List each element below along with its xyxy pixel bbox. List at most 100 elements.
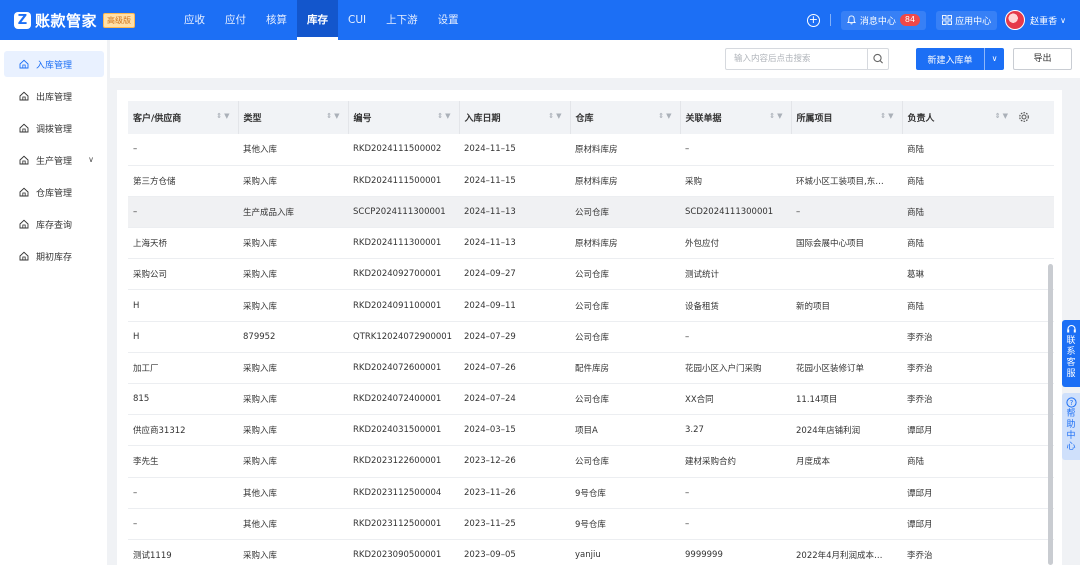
column-header[interactable]: 关联单据 ⇕▼	[680, 101, 792, 134]
table-cell: 李乔治	[902, 383, 1054, 416]
sort-filter-icon[interactable]: ⇕▼	[548, 112, 563, 120]
table-row[interactable]: 供应商31312 采购入库 RKD2024031500001 2024–03–15 项目…	[128, 414, 1054, 447]
gear-icon[interactable]	[1018, 111, 1030, 123]
table-row[interactable]: 测试1119 采购入库 RKD2023090500001 2023–09–05 yanj…	[128, 539, 1054, 565]
table-row[interactable]: 加工厂 采购入库 RKD2024072600001 2024–07–26 配件库房 花园小…	[128, 352, 1054, 385]
column-header[interactable]: 客户/供应商 ⇕▼	[128, 101, 239, 134]
table-cell: 采购公司	[128, 258, 238, 291]
table-cell: –	[128, 134, 238, 166]
plus-circle-icon[interactable]: +	[806, 13, 820, 27]
table-row[interactable]: – 其他入库 RKD2023112500004 2023–11–26 9号仓库 – 谭邱月	[128, 477, 1054, 509]
sort-filter-icon[interactable]: ⇕▼	[880, 112, 895, 120]
nav-item-3[interactable]: 库存	[297, 0, 338, 40]
table-cell: RKD2024092700001	[348, 258, 459, 291]
table-cell: RKD2023122600001	[348, 445, 459, 478]
table-row[interactable]: 采购公司 采购入库 RKD2024092700001 2024–09–27 公司仓库 测试…	[128, 258, 1054, 291]
sort-filter-icon[interactable]: ⇕▼	[216, 112, 231, 120]
help-center-button[interactable]: ? 帮助中心	[1062, 393, 1080, 460]
table-cell: 2023–09–05	[459, 539, 570, 565]
sidebar-item-3[interactable]: 生产管理 ∨	[4, 147, 104, 173]
table-cell: 879952	[238, 321, 348, 353]
search-input[interactable]	[726, 49, 868, 69]
sort-filter-icon[interactable]: ⇕▼	[769, 112, 784, 120]
table-cell: 原材料库房	[570, 165, 680, 197]
table-cell: 2024–07–26	[459, 352, 570, 385]
table-cell: RKD2023112500001	[348, 508, 459, 540]
contact-support-label: 联系客服	[1066, 336, 1076, 379]
table-cell: RKD2024111500002	[348, 134, 459, 166]
column-header-label: 关联单据	[685, 114, 722, 124]
table-cell: 采购入库	[238, 258, 348, 291]
sidebar-item-label: 期初库存	[36, 252, 73, 263]
table-cell: 采购入库	[238, 414, 348, 447]
column-header[interactable]: 负责人 ⇕▼	[902, 101, 1054, 134]
sidebar-item-0[interactable]: 入库管理	[4, 51, 104, 77]
nav-item-0[interactable]: 应收	[174, 0, 215, 40]
table-cell: 公司仓库	[570, 196, 680, 229]
sidebar-item-5[interactable]: 库存查询	[4, 211, 104, 237]
main-nav: 应收 应付 核算 库存 CUI 上下游 设置	[174, 0, 469, 40]
table-row[interactable]: – 其他入库 RKD2023112500001 2023–11–25 9号仓库 – 谭邱月	[128, 508, 1054, 540]
table-row[interactable]: 上海天桥 采购入库 RKD2024111300001 2024–11–13 原材料库房外…	[128, 227, 1054, 260]
sidebar-item-6[interactable]: 期初库存	[4, 243, 104, 269]
sidebar-item-2[interactable]: 调拨管理	[4, 115, 104, 141]
column-header[interactable]: 所属项目 ⇕▼	[791, 101, 903, 134]
nav-item-5[interactable]: 上下游	[376, 0, 428, 40]
sidebar-item-label: 库存查询	[36, 220, 73, 231]
nav-item-2[interactable]: 核算	[256, 0, 297, 40]
new-inbound-label: 新建入库单	[927, 55, 973, 66]
sort-filter-icon[interactable]: ⇕▼	[326, 112, 341, 120]
table-cell: 花园小区装修订单	[791, 352, 902, 385]
search-button[interactable]	[867, 49, 888, 69]
table-row[interactable]: – 其他入库 RKD2024111500002 2024–11–15 原材料库房 – 商陆	[128, 134, 1054, 166]
table-cell: RKD2024111500001	[348, 165, 459, 197]
chevron-down-icon[interactable]: ∨	[984, 48, 1004, 70]
table-row[interactable]: H 采购入库 RKD2024091100001 2024–09–11 公司仓库 设备租赁新…	[128, 289, 1054, 322]
table-cell: 加工厂	[128, 352, 238, 385]
new-inbound-button[interactable]: 新建入库单 ∨	[916, 48, 1004, 70]
column-header-label: 编号	[353, 114, 372, 124]
search-box	[725, 48, 889, 70]
sort-filter-icon[interactable]: ⇕▼	[437, 112, 452, 120]
avatar[interactable]	[1005, 10, 1026, 30]
column-header[interactable]: 仓库 ⇕▼	[570, 101, 681, 134]
column-header[interactable]: 类型 ⇕▼	[238, 101, 349, 134]
app-logo[interactable]: Z 账款管家 高级版	[14, 10, 174, 31]
nav-item-4[interactable]: CUI	[338, 0, 376, 40]
table-row[interactable]: 第三方仓储 采购入库 RKD2024111500001 2024–11–15 原材料库房…	[128, 165, 1054, 197]
message-count-badge: 84	[899, 14, 921, 26]
sort-filter-icon[interactable]: ⇕▼	[995, 112, 1010, 120]
sidebar-item-4[interactable]: 仓库管理	[4, 179, 104, 205]
table-cell: 谭邱月	[902, 414, 1054, 447]
app-center-button[interactable]: 应用中心	[936, 10, 998, 30]
table-cell: XX合同	[680, 383, 791, 416]
table-row[interactable]: 815 采购入库 RKD2024072400001 2024–07–24 公司仓库 XX合…	[128, 383, 1054, 416]
nav-item-6[interactable]: 设置	[428, 0, 469, 40]
username[interactable]: 赵重香	[1030, 14, 1057, 27]
table-cell: 2024–07–24	[459, 383, 570, 416]
sort-filter-icon[interactable]: ⇕▼	[658, 112, 673, 120]
toolbar: 新建入库单 ∨ 导出	[110, 40, 1080, 78]
table-cell: 李乔治	[902, 321, 1054, 353]
table-row[interactable]: H 879952 QTRK12024072900001 2024–07–29 公司仓库 –…	[128, 321, 1054, 353]
table-cell: 2022年4月利润成本…	[791, 539, 902, 565]
table-cell: 商陆	[902, 289, 1054, 322]
table-cell: 采购入库	[238, 539, 348, 565]
scrollbar[interactable]	[1048, 264, 1053, 565]
contact-support-button[interactable]: 联系客服	[1062, 320, 1080, 387]
grid-icon	[942, 15, 953, 25]
nav-item-1[interactable]: 应付	[215, 0, 256, 40]
chevron-down-icon[interactable]: ∨	[1060, 16, 1066, 25]
column-header[interactable]: 编号 ⇕▼	[348, 101, 460, 134]
table-row[interactable]: – 生产成品入库 SCCP2024111300001 2024–11–13 公司仓库 SC…	[128, 196, 1054, 229]
sidebar-item-1[interactable]: 出库管理	[4, 83, 104, 109]
message-center-button[interactable]: 消息中心 84	[840, 10, 927, 30]
table-cell: 花园小区入户门采购	[680, 352, 791, 385]
table-cell: 第三方仓储	[128, 165, 238, 197]
export-button[interactable]: 导出	[1013, 48, 1072, 70]
column-header[interactable]: 入库日期 ⇕▼	[459, 101, 571, 134]
table-row[interactable]: 李先生 采购入库 RKD2023122600001 2023–12–26 公司仓库 建材采…	[128, 445, 1054, 478]
chevron-down-icon[interactable]: ∨	[88, 155, 94, 164]
table-cell: 采购入库	[238, 165, 348, 197]
table-cell: 国际会展中心项目	[791, 227, 902, 260]
